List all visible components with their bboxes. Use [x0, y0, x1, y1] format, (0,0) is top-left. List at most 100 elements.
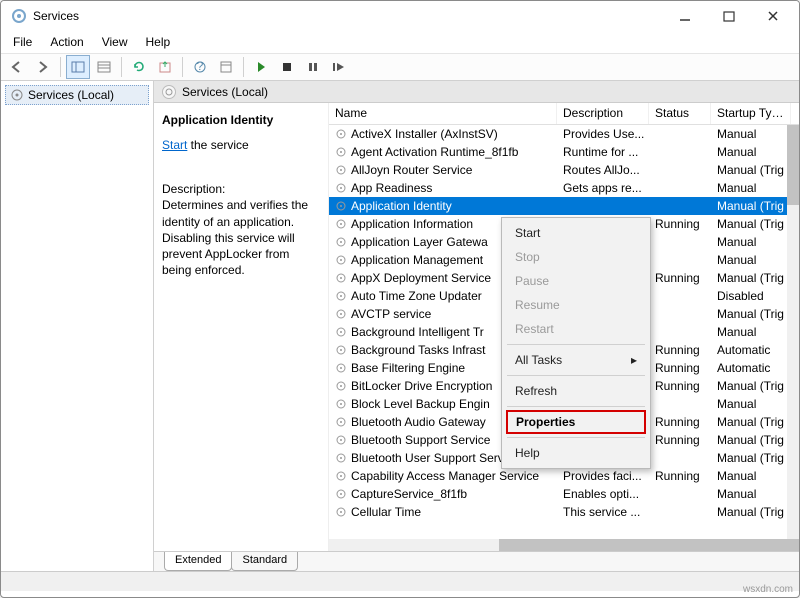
forward-button[interactable]: [31, 55, 55, 79]
minimize-button[interactable]: [663, 1, 707, 31]
show-hide-tree-button[interactable]: [66, 55, 90, 79]
cell-status: Running: [649, 468, 711, 484]
ctx-resume: Resume: [505, 293, 647, 317]
service-row[interactable]: ActiveX Installer (AxInstSV)Provides Use…: [329, 125, 799, 143]
cell-name: Capability Access Manager Service: [329, 468, 557, 484]
cell-startup: Manual (Trig: [711, 432, 791, 448]
service-row[interactable]: Agent Activation Runtime_8f1fbRuntime fo…: [329, 143, 799, 161]
cell-name: ActiveX Installer (AxInstSV): [329, 126, 557, 142]
ctx-all-tasks[interactable]: All Tasks▸: [505, 348, 647, 372]
cell-status: [649, 493, 711, 495]
tree-root-services-local[interactable]: Services (Local): [5, 85, 149, 105]
service-row[interactable]: CaptureService_8f1fbEnables opti...Manua…: [329, 485, 799, 503]
export-list-button[interactable]: [92, 55, 116, 79]
ctx-help[interactable]: Help: [505, 441, 647, 465]
start-link[interactable]: Start: [162, 138, 187, 152]
menu-view[interactable]: View: [94, 33, 136, 51]
service-row[interactable]: Capability Access Manager ServiceProvide…: [329, 467, 799, 485]
cell-status: Running: [649, 360, 711, 376]
cell-startup: Manual (Trig: [711, 504, 791, 520]
cell-startup: Automatic: [711, 342, 791, 358]
horizontal-scrollbar[interactable]: [329, 539, 787, 551]
service-row[interactable]: AllJoyn Router ServiceRoutes AllJo...Man…: [329, 161, 799, 179]
toolbar: ?: [1, 53, 799, 81]
col-description[interactable]: Description: [557, 103, 649, 124]
col-status[interactable]: Status: [649, 103, 711, 124]
service-detail-panel: Application Identity Start the service D…: [154, 103, 329, 551]
cell-desc: Enables opti...: [557, 486, 649, 502]
help-button[interactable]: ?: [188, 55, 212, 79]
cell-status: [649, 169, 711, 171]
watermark: wsxdn.com: [743, 584, 793, 595]
cell-startup: Manual (Trig: [711, 162, 791, 178]
view-tabs: Extended Standard: [154, 551, 799, 571]
ctx-pause: Pause: [505, 269, 647, 293]
ctx-restart: Restart: [505, 317, 647, 341]
cell-status: [649, 295, 711, 297]
tab-standard[interactable]: Standard: [231, 552, 298, 571]
cell-desc: Provides faci...: [557, 468, 649, 484]
service-row[interactable]: App ReadinessGets apps re... Manual: [329, 179, 799, 197]
cell-status: [649, 331, 711, 333]
cell-status: [649, 259, 711, 261]
stop-service-button[interactable]: [275, 55, 299, 79]
cell-status: Running: [649, 216, 711, 232]
services-app-icon: [11, 8, 27, 24]
col-startup-type[interactable]: Startup Type: [711, 103, 791, 124]
services-window: Services File Action View Help ?: [0, 0, 800, 598]
cell-status: [649, 457, 711, 459]
cell-desc: [557, 205, 649, 207]
tree-panel: Services (Local): [1, 81, 154, 571]
menu-help[interactable]: Help: [138, 33, 179, 51]
refresh-button[interactable]: [127, 55, 151, 79]
start-service-action: Start the service: [162, 137, 320, 153]
close-button[interactable]: [751, 1, 795, 31]
back-button[interactable]: [5, 55, 29, 79]
vertical-scrollbar[interactable]: [787, 125, 799, 539]
refresh-icon: [132, 60, 146, 74]
tab-extended[interactable]: Extended: [164, 552, 232, 571]
cell-startup: Disabled: [711, 288, 791, 304]
content-header: Services (Local): [154, 81, 799, 103]
scroll-thumb[interactable]: [787, 125, 799, 205]
svg-text:?: ?: [197, 60, 204, 73]
restart-icon: [332, 61, 346, 73]
cell-desc: Gets apps re...: [557, 180, 649, 196]
ctx-start[interactable]: Start: [505, 221, 647, 245]
menu-file[interactable]: File: [5, 33, 40, 51]
cell-status: [649, 187, 711, 189]
start-service-button[interactable]: [249, 55, 273, 79]
cell-desc: Runtime for ...: [557, 144, 649, 160]
cell-startup: Manual: [711, 126, 791, 142]
cell-startup: Manual: [711, 252, 791, 268]
pause-service-button[interactable]: [301, 55, 325, 79]
cell-status: [649, 313, 711, 315]
cell-name: Cellular Time: [329, 504, 557, 520]
cell-desc: This service ...: [557, 504, 649, 520]
ctx-refresh[interactable]: Refresh: [505, 379, 647, 403]
service-row[interactable]: Application IdentityManual (Trig: [329, 197, 799, 215]
cell-startup: Manual: [711, 180, 791, 196]
maximize-button[interactable]: [707, 1, 751, 31]
service-row[interactable]: Cellular TimeThis service ... Manual (Tri…: [329, 503, 799, 521]
cell-status: Running: [649, 378, 711, 394]
cell-name: Agent Activation Runtime_8f1fb: [329, 144, 557, 160]
cell-name: App Readiness: [329, 180, 557, 196]
properties-button[interactable]: [214, 55, 238, 79]
export-button[interactable]: [153, 55, 177, 79]
column-headers: Name Description Status Startup Type: [329, 103, 799, 125]
cell-desc: Routes AllJo...: [557, 162, 649, 178]
tree-root-label: Services (Local): [28, 88, 114, 102]
menu-action[interactable]: Action: [42, 33, 91, 51]
col-name[interactable]: Name: [329, 103, 557, 124]
menubar: File Action View Help: [1, 31, 799, 53]
window-title: Services: [33, 9, 663, 23]
cell-desc: Provides Use...: [557, 126, 649, 142]
ctx-properties[interactable]: Properties: [506, 410, 646, 434]
cell-status: [649, 403, 711, 405]
titlebar[interactable]: Services: [1, 1, 799, 31]
restart-service-button[interactable]: [327, 55, 351, 79]
pause-icon: [307, 61, 319, 73]
cell-startup: Manual: [711, 486, 791, 502]
scroll-thumb[interactable]: [499, 539, 799, 551]
